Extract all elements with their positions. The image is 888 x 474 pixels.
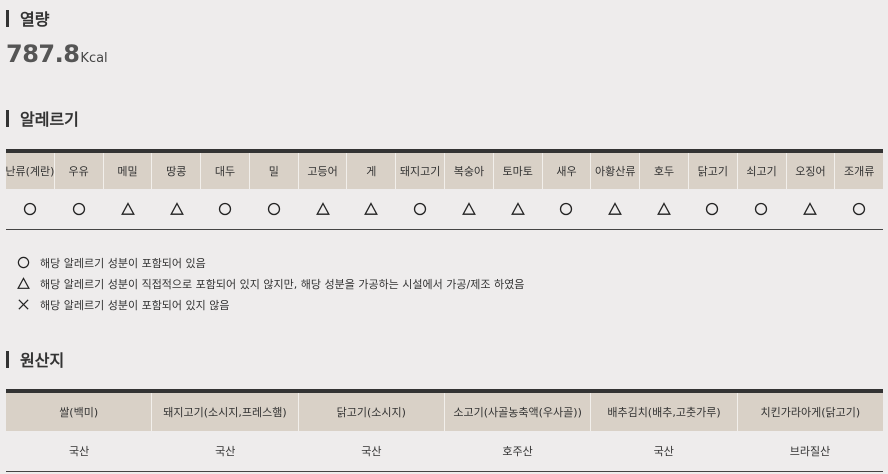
origin-value-cell: 국산 [361, 445, 382, 458]
triangle-icon [802, 202, 817, 216]
allergy-header-cell: 우유 [55, 153, 104, 189]
cross-icon [17, 298, 30, 311]
allergy-header-cell: 조개류 [843, 165, 875, 178]
circle-icon [754, 202, 768, 216]
origin-value-cell: 국산 [653, 445, 674, 458]
allergy-header-cell: 새우 [543, 153, 592, 189]
circle-icon [17, 256, 30, 269]
allergy-value-cell [542, 189, 591, 229]
allergy-value-cell [6, 189, 55, 229]
title-bar [6, 109, 9, 127]
legend-text: 해당 알레르기 성분이 포함되어 있음 [40, 256, 206, 270]
allergy-value-cell [55, 189, 104, 229]
calorie-title: 열량 [20, 10, 50, 29]
circle-icon [559, 202, 573, 216]
allergy-value-cell [493, 189, 542, 229]
origin-header-cell: 쌀(백미) [6, 393, 153, 431]
origin-title: 원산지 [20, 351, 65, 370]
allergy-header-cell: 아황산류 [591, 153, 641, 189]
allergy-header-cell: 밀 [250, 153, 299, 189]
origin-header-cell: 치킨가라아게(닭고기) [760, 406, 861, 419]
origin-header-row: 쌀(백미) 돼지고기(소시지,프레스햄) 닭고기(소시지) 소고기(사골농축액(우사골… [6, 393, 883, 431]
allergy-header-cell: 오징어 [787, 153, 836, 189]
origin-header-cell: 닭고기(소시지) [299, 393, 445, 431]
triangle-icon [169, 202, 184, 216]
allergy-value-cell [152, 189, 201, 229]
allergy-legend: 해당 알레르기 성분이 포함되어 있음해당 알레르기 성분이 직접적으로 포함되… [16, 252, 524, 315]
allergy-value-cell [591, 189, 640, 229]
origin-value-cell: 국산 [68, 445, 90, 458]
allergy-value-cell [298, 189, 347, 229]
circle-icon [852, 202, 866, 216]
allergy-value-cell [688, 189, 737, 229]
calorie-value-block: 787.8Kcal [6, 40, 108, 68]
allergy-value-cell [737, 189, 786, 229]
legend-item: 해당 알레르기 성분이 직접적으로 포함되어 있지 않지만, 해당 성분을 가공… [16, 273, 524, 294]
allergy-header-row: 난류(계란) 우유 메밀 땅콩 대두 밀 고등어 게 돼지고기 복숭아 토마토 새우 아황산류 호두 닭고기… [6, 153, 883, 189]
circle-icon [413, 202, 427, 216]
allergy-value-cell [103, 189, 152, 229]
triangle-icon [120, 202, 135, 216]
legend-symbol [16, 256, 30, 270]
allergy-header-cell: 고등어 [299, 153, 348, 189]
circle-icon [267, 202, 281, 216]
triangle-icon [16, 277, 30, 290]
circle-icon [72, 202, 86, 216]
allergy-header-cell: 메밀 [104, 153, 153, 189]
triangle-icon [461, 202, 476, 216]
origin-value-cell: 브라질산 [789, 445, 831, 458]
allergy-header-cell: 대두 [201, 153, 250, 189]
origin-value-cell: 호주산 [502, 445, 533, 458]
calorie-section-title: 열량 [6, 6, 49, 30]
title-bar [6, 350, 9, 368]
allergy-header-cell: 돼지고기 [396, 153, 446, 189]
allergy-header-cell: 닭고기 [689, 153, 738, 189]
allergy-header-cell: 호두 [640, 153, 689, 189]
allergy-header-cell: 복숭아 [445, 153, 494, 189]
allergy-value-cell [347, 189, 396, 229]
allergy-value-cell [444, 189, 493, 229]
title-bar [6, 9, 9, 27]
circle-icon [23, 202, 37, 216]
legend-symbol [16, 277, 30, 291]
allergy-table: 난류(계란) 우유 메밀 땅콩 대두 밀 고등어 게 돼지고기 복숭아 토마토 새우 아황산류 호두 닭고기… [6, 149, 883, 230]
legend-text: 해당 알레르기 성분이 직접적으로 포함되어 있지 않지만, 해당 성분을 가공… [40, 277, 525, 291]
allergy-value-row [6, 189, 883, 230]
triangle-icon [364, 202, 379, 216]
origin-value-cell: 국산 [215, 445, 236, 458]
allergy-header-cell: 난류(계란) [6, 153, 55, 189]
allergy-value-cell [396, 189, 445, 229]
origin-table: 쌀(백미) 돼지고기(소시지,프레스햄) 닭고기(소시지) 소고기(사골농축액(우사골… [6, 389, 883, 472]
allergy-value-cell [834, 189, 883, 229]
origin-section-title: 원산지 [6, 347, 64, 371]
legend-item: 해당 알레르기 성분이 포함되어 있음 [16, 252, 524, 273]
allergy-header-cell: 게 [347, 153, 397, 189]
origin-header-cell: 배추김치(배추,고춧가루) [591, 393, 738, 431]
origin-header-cell: 소고기(사골농축액(우사골)) [445, 393, 592, 431]
allergy-section-title: 알레르기 [6, 106, 79, 130]
legend-item: 해당 알레르기 성분이 포함되어 있지 않음 [16, 294, 524, 315]
triangle-icon [608, 202, 622, 216]
calorie-unit: Kcal [80, 51, 108, 66]
allergy-value-cell [786, 189, 835, 229]
allergy-header-cell: 땅콩 [152, 153, 202, 189]
legend-text: 해당 알레르기 성분이 포함되어 있지 않음 [40, 298, 230, 312]
allergy-value-cell [639, 189, 688, 229]
origin-header-cell: 돼지고기(소시지,프레스햄) [152, 393, 299, 431]
circle-icon [218, 202, 232, 216]
legend-symbol [16, 298, 30, 312]
allergy-title: 알레르기 [20, 110, 79, 129]
allergy-value-cell [250, 189, 299, 229]
allergy-header-cell: 토마토 [494, 153, 543, 189]
triangle-icon [656, 202, 671, 216]
allergy-value-cell [201, 189, 250, 229]
origin-value-row: 국산 국산 국산 호주산 국산 브라질산 [6, 431, 883, 472]
allergy-header-cell: 쇠고기 [738, 153, 787, 189]
circle-icon [705, 202, 719, 216]
calorie-value: 787.8 [6, 40, 80, 68]
triangle-icon [510, 202, 525, 216]
triangle-icon [315, 202, 330, 216]
